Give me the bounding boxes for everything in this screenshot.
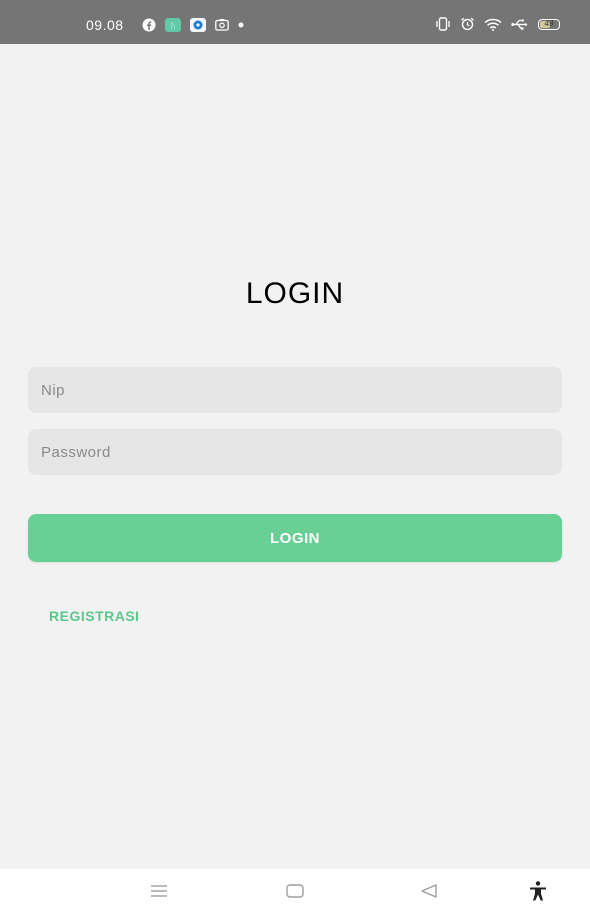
wifi-icon bbox=[484, 18, 502, 31]
home-button[interactable] bbox=[283, 881, 307, 901]
system-icons: 49 bbox=[435, 17, 560, 31]
page-title: LOGIN bbox=[245, 277, 345, 310]
battery-icon: 49 bbox=[538, 18, 560, 30]
back-icon bbox=[421, 884, 437, 898]
usb-icon bbox=[511, 18, 528, 30]
svg-text:ᚢ: ᚢ bbox=[171, 22, 176, 31]
facebook-icon bbox=[142, 18, 156, 32]
menu-icon bbox=[151, 885, 167, 897]
messenger-icon bbox=[190, 18, 206, 32]
home-icon bbox=[286, 884, 304, 898]
menu-button[interactable] bbox=[147, 881, 171, 901]
password-input[interactable] bbox=[28, 429, 562, 475]
app-icon: ᚢ bbox=[165, 18, 181, 32]
photo-icon bbox=[215, 19, 229, 31]
vibrate-icon bbox=[436, 17, 450, 31]
back-button[interactable] bbox=[417, 881, 441, 901]
login-button[interactable]: LOGIN bbox=[28, 514, 562, 562]
login-screen: 09.08 ᚢ 49 LOGIN Nip LOGIN REGISTRASI bbox=[0, 0, 590, 912]
accessibility-button[interactable] bbox=[526, 881, 550, 901]
status-time: 09.08 bbox=[86, 17, 124, 33]
navigation-bar bbox=[0, 869, 590, 912]
nip-input[interactable] bbox=[28, 367, 562, 413]
dot-icon bbox=[238, 22, 244, 28]
notification-icons: ᚢ bbox=[142, 18, 244, 32]
battery-level: 49 bbox=[544, 19, 554, 28]
alarm-icon bbox=[461, 17, 474, 31]
accessibility-icon bbox=[530, 881, 546, 901]
status-bar: 09.08 ᚢ 49 bbox=[0, 0, 590, 44]
register-link[interactable]: REGISTRASI bbox=[49, 608, 140, 624]
